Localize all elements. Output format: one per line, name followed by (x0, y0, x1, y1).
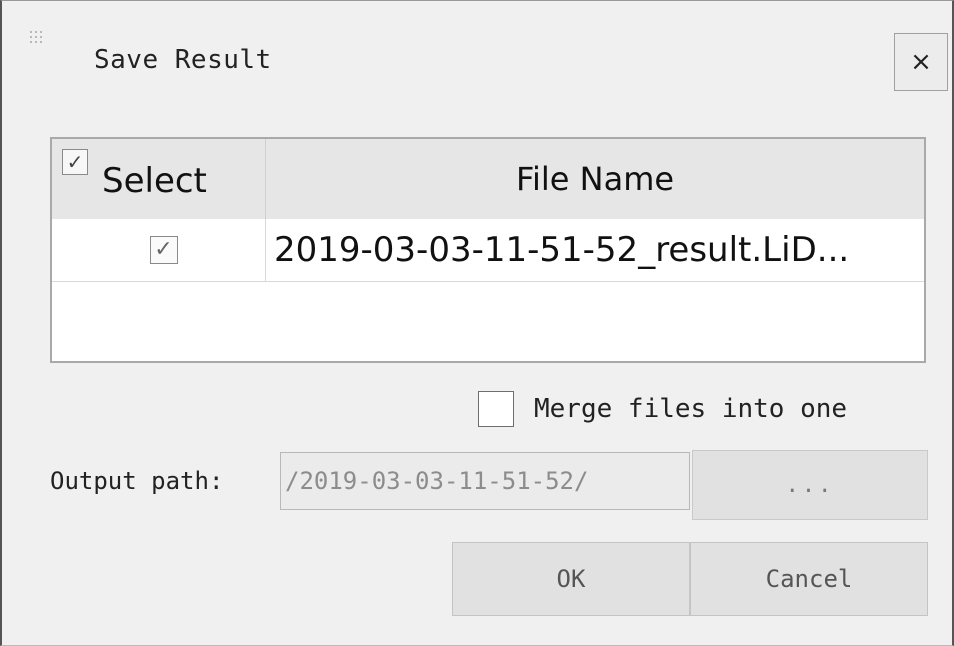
ok-button[interactable]: OK (452, 542, 690, 616)
file-table: ✓ Select File Name ✓ 2019-03-03-11-51-52… (50, 137, 926, 363)
row-select-cell: ✓ (52, 219, 266, 281)
file-name-column-header[interactable]: File Name (266, 139, 924, 219)
close-button[interactable]: × (894, 33, 948, 91)
row-checkbox[interactable]: ✓ (149, 236, 178, 264)
table-row[interactable]: ✓ 2019-03-03-11-51-52_result.LiD... (52, 219, 924, 282)
checkmark-icon: ✓ (66, 150, 84, 174)
cancel-button[interactable]: Cancel (690, 542, 928, 616)
select-all-checkbox[interactable]: ✓ (62, 149, 88, 175)
output-path-input[interactable] (280, 452, 690, 510)
save-result-dialog: Save Result × ✓ Select File Name ✓ 2019-… (0, 0, 954, 646)
table-header: ✓ Select File Name (52, 139, 924, 220)
merge-files-option[interactable]: Merge files into one (478, 391, 847, 427)
row-file-name: 2019-03-03-11-51-52_result.LiD... (274, 230, 850, 270)
merge-files-checkbox[interactable] (478, 391, 514, 427)
merge-files-label: Merge files into one (534, 394, 848, 424)
select-header-label: Select (102, 161, 207, 201)
drag-grip-icon[interactable] (30, 31, 44, 45)
output-path-label: Output path: (50, 467, 224, 495)
checkmark-icon: ✓ (154, 237, 173, 262)
close-icon: × (910, 47, 932, 77)
browse-button[interactable]: ... (692, 450, 928, 520)
select-column-header: ✓ Select (52, 139, 266, 219)
dialog-title: Save Result (94, 45, 272, 75)
